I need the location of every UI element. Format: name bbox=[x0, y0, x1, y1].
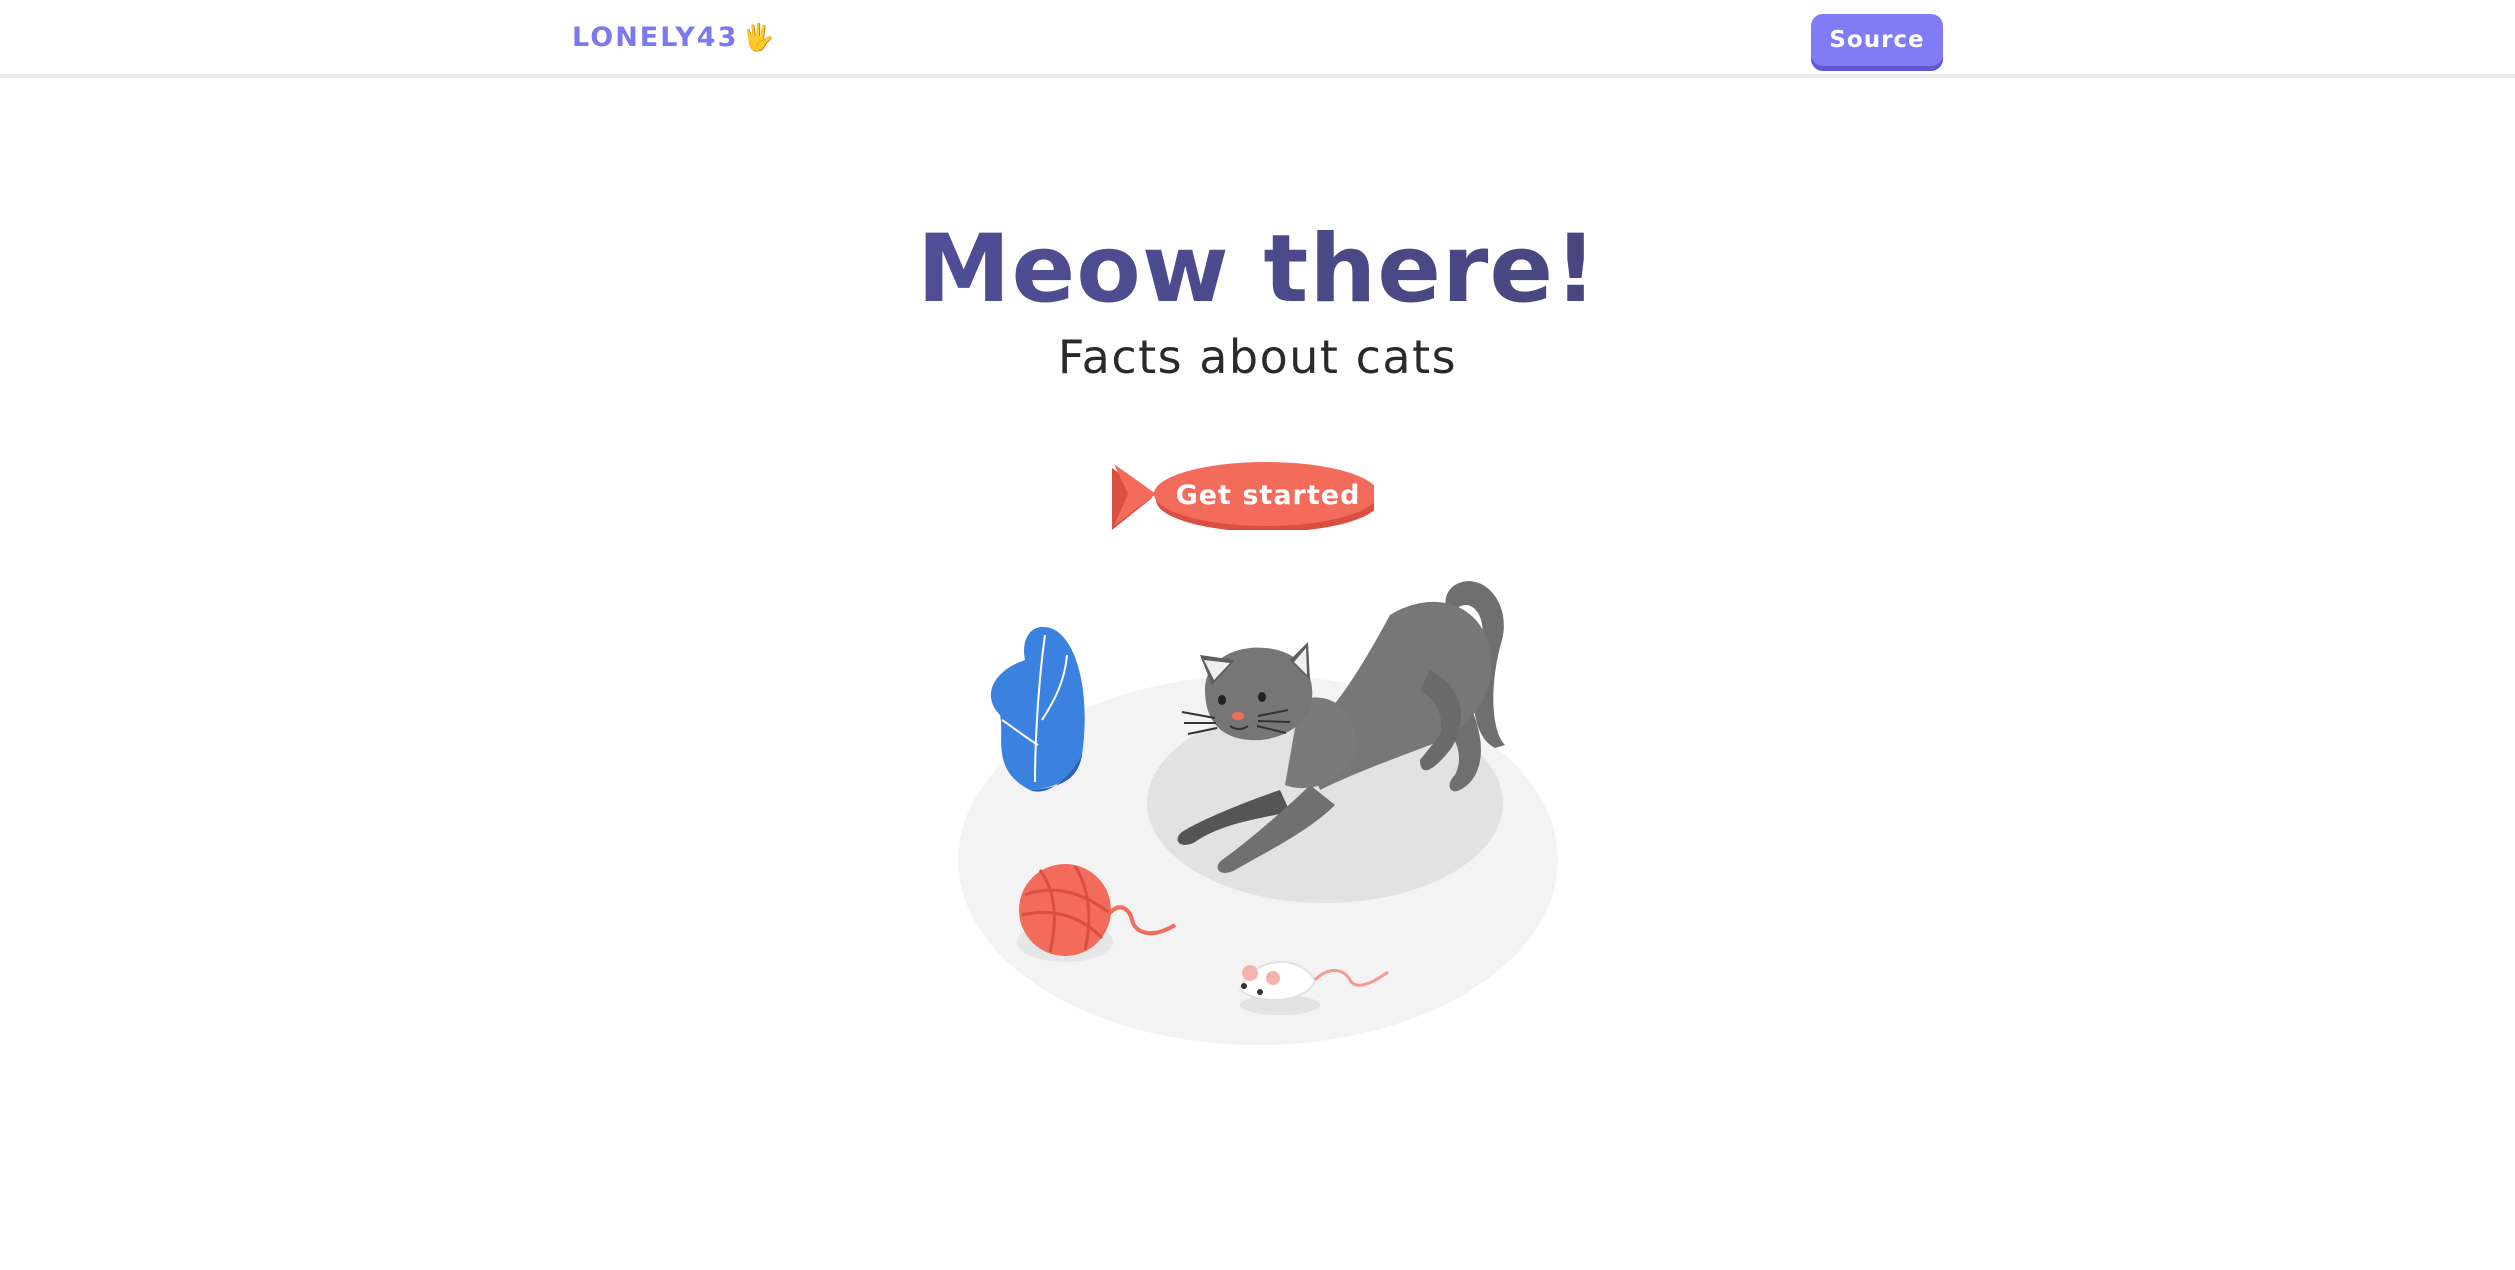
page-subtitle: Facts about cats bbox=[1057, 330, 1458, 384]
brand-logo[interactable]: LONELY43 🖐 bbox=[572, 22, 775, 53]
cat-playing-illustration bbox=[958, 581, 1558, 1045]
brand-name: LONELY43 bbox=[572, 22, 739, 53]
navbar: LONELY43 🖐 Source bbox=[0, 0, 2515, 78]
page-title: Meow there! bbox=[0, 200, 2515, 340]
hero-section: Meow there! Facts about cats bbox=[0, 200, 2515, 384]
source-button[interactable]: Source bbox=[1811, 14, 1943, 66]
waving-hand-icon: 🖐 bbox=[742, 22, 775, 53]
